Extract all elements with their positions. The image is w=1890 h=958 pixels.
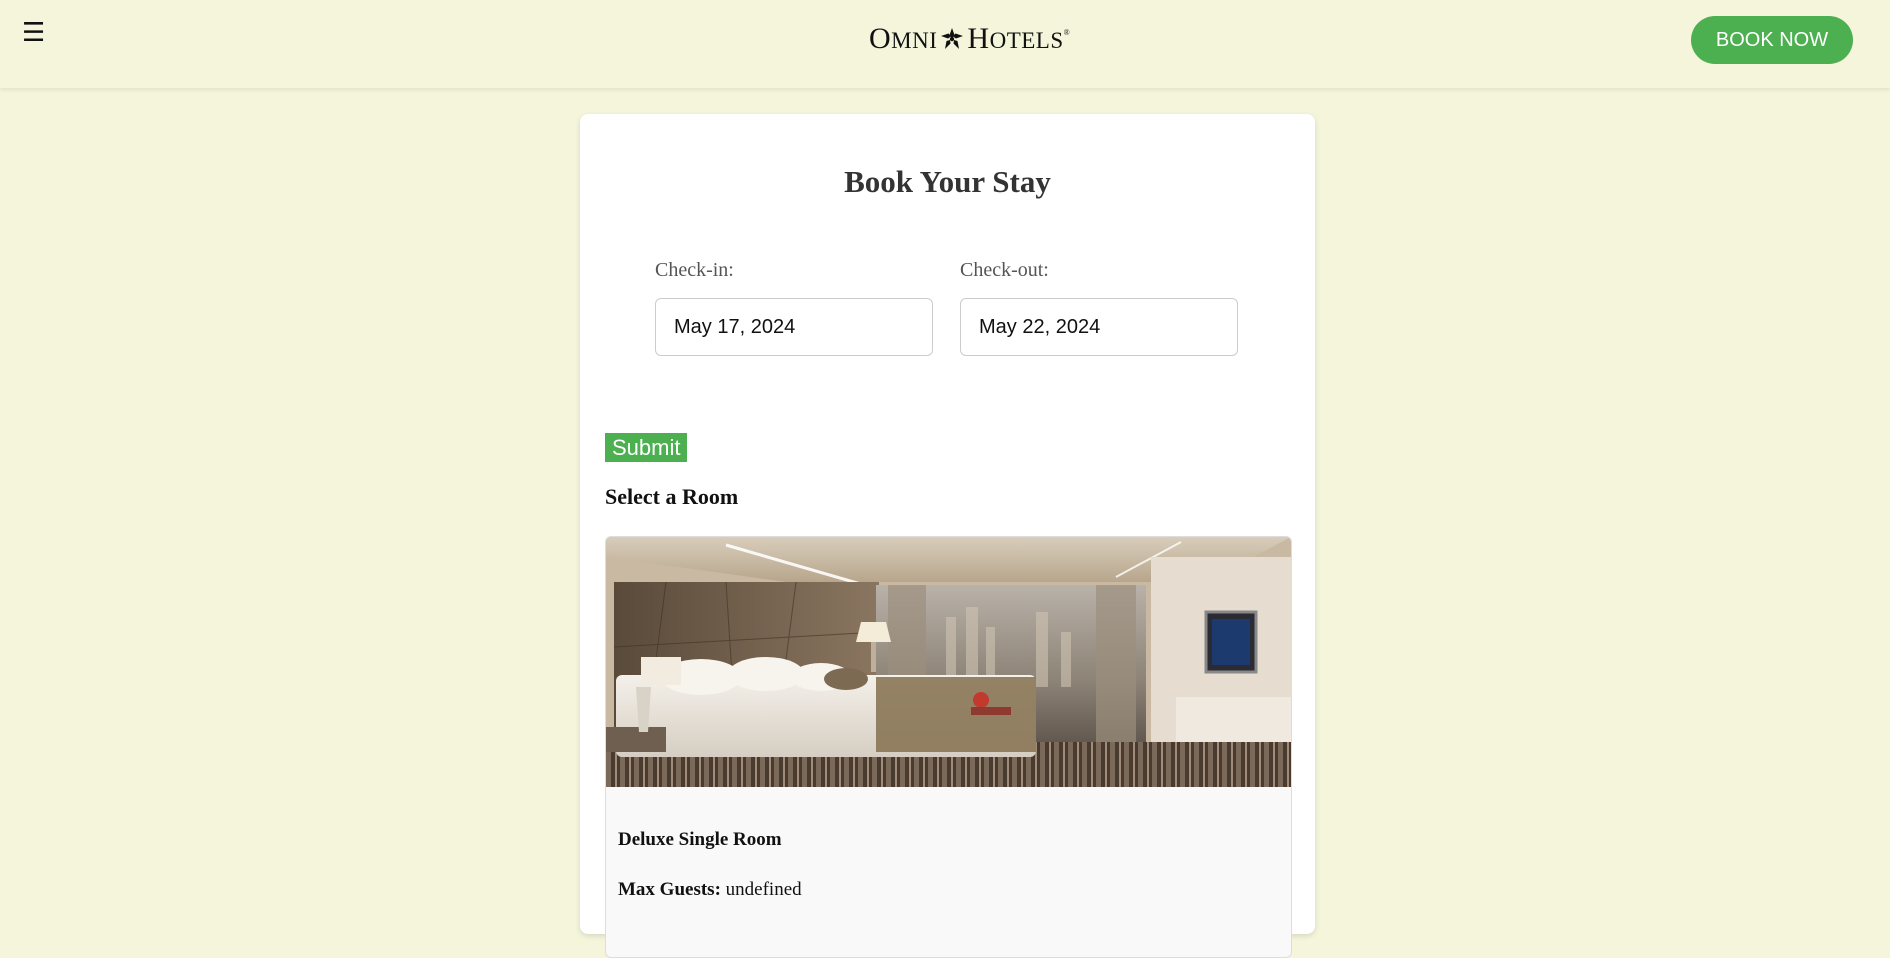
logo-emblem-icon xyxy=(941,28,964,49)
submit-button[interactable]: Submit xyxy=(605,433,688,462)
omni-hotels-logo[interactable]: O MNI H OTELS ® xyxy=(869,22,1070,56)
hotel-room-photo xyxy=(606,537,1291,787)
hamburger-menu-icon[interactable]: ☰ xyxy=(22,18,45,48)
room-name: Deluxe Single Room xyxy=(618,829,782,850)
room-card[interactable]: Deluxe Single Room Max Guests: undefined xyxy=(605,536,1292,958)
select-room-heading: Select a Room xyxy=(605,484,739,509)
checkin-date-input[interactable]: May 17, 2024 xyxy=(655,298,933,356)
checkout-date-input[interactable]: May 22, 2024 xyxy=(960,298,1238,356)
checkin-label: Check-in: xyxy=(655,259,734,281)
booking-card: Book Your Stay Check-in: May 17, 2024 Ch… xyxy=(580,114,1315,958)
checkout-label: Check-out: xyxy=(960,259,1049,281)
page-title: Book Your Stay xyxy=(844,164,1051,199)
site-header: ☰ O MNI H OTELS ® BOOK NOW xyxy=(0,0,1890,88)
book-now-button[interactable]: BOOK NOW xyxy=(1691,16,1853,64)
room-max-guests: Max Guests: undefined xyxy=(618,879,802,901)
